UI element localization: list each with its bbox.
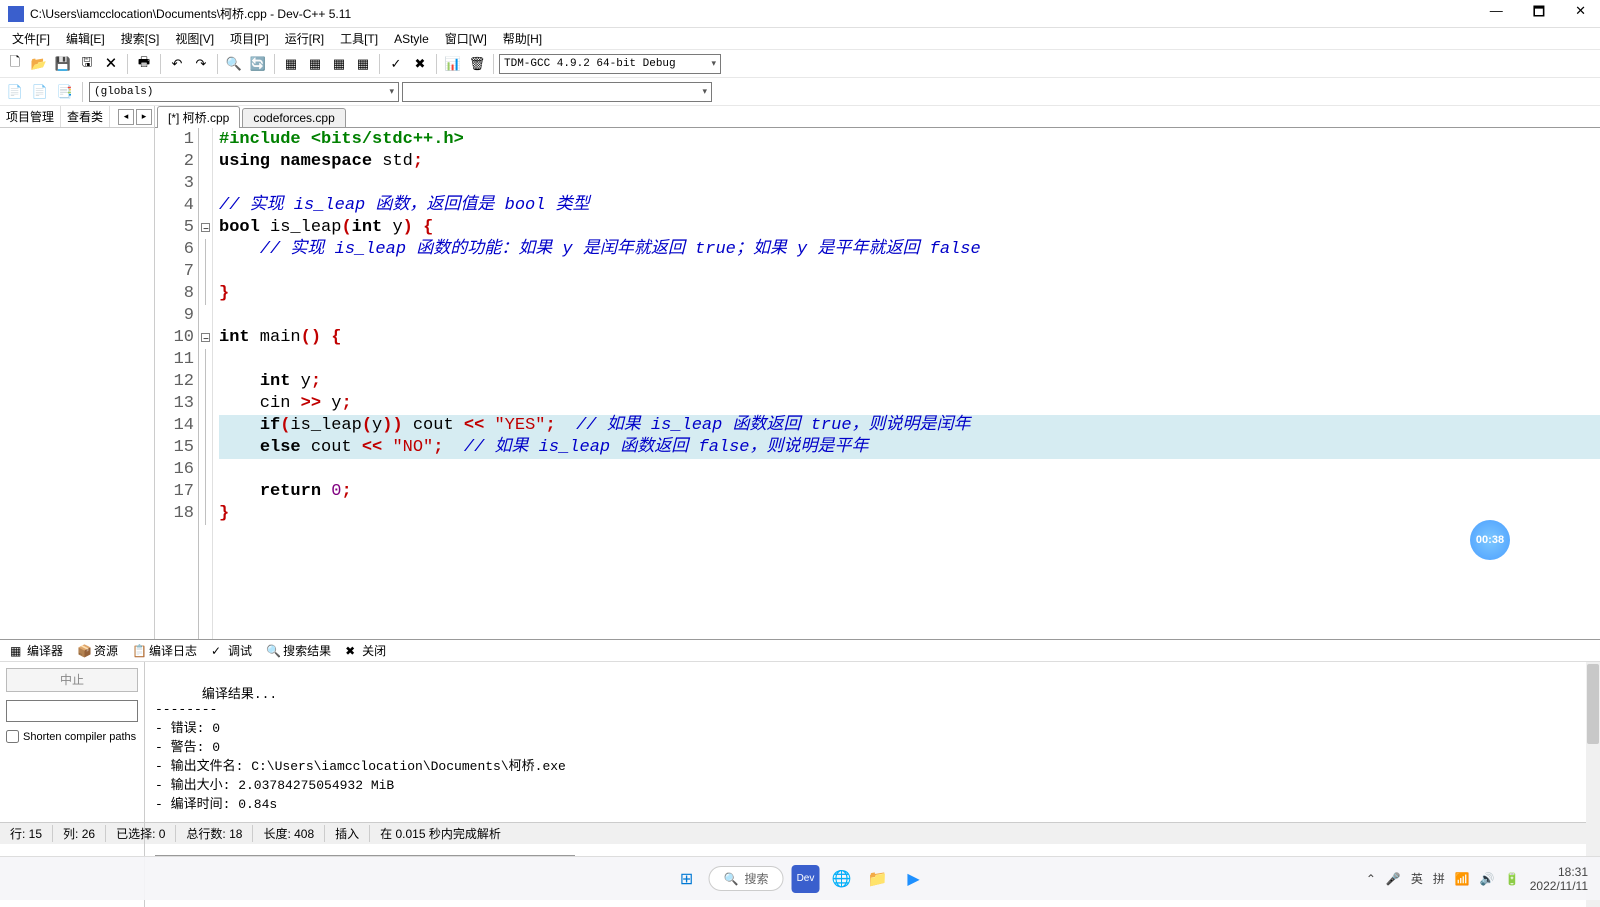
compiler-select[interactable]: TDM-GCC 4.9.2 64-bit Debug [499, 54, 721, 74]
sidebar-tab-classes[interactable]: 查看类 [61, 106, 110, 127]
bottom-tab-2[interactable]: 📋编译日志 [126, 640, 203, 661]
taskbar: ⊞ 🔍 搜索 Dev 🌐 📁 ▶ ⌃ 🎤 英 拼 📶 🔊 🔋 18:31 202… [0, 856, 1600, 900]
toolbar-main: 🗋 📂 💾 🖫 🗙 🖶 ↶ ↷ 🔍 🔄 ▦ ▦ ▦ ▦ ✓ ✖ 📊 🗑 TDM-… [0, 50, 1600, 78]
app-icon [8, 6, 24, 22]
bottom-tabs: ▦编译器📦资源📋编译日志✓调试🔍搜索结果✖关闭 [0, 640, 1600, 662]
bottom-panel: ▦编译器📦资源📋编译日志✓调试🔍搜索结果✖关闭 中止 Shorten compi… [0, 639, 1600, 822]
tray-clock[interactable]: 18:31 2022/11/11 [1530, 865, 1588, 893]
save-icon[interactable]: 💾 [52, 53, 74, 75]
fold-column [199, 128, 213, 639]
minimize-button[interactable]: — [1484, 1, 1509, 27]
code-lines[interactable]: #include <bits/stdc++.h>using namespace … [213, 128, 1600, 639]
tray-wifi-icon[interactable]: 📶 [1455, 872, 1470, 886]
menu-视图[V][interactable]: 视图[V] [167, 28, 222, 49]
save-all-icon[interactable]: 🖫 [76, 53, 98, 75]
taskbar-explorer-icon[interactable]: 📁 [863, 865, 891, 893]
menu-AStyle[interactable]: AStyle [386, 30, 437, 48]
open-icon[interactable]: 📂 [28, 53, 50, 75]
shorten-paths-check[interactable] [6, 730, 19, 743]
close-button[interactable]: ✕ [1569, 1, 1592, 27]
menu-工具[T][interactable]: 工具[T] [332, 28, 386, 49]
menu-搜索[S][interactable]: 搜索[S] [113, 28, 168, 49]
clean-icon[interactable]: 🗑 [466, 53, 488, 75]
maximize-button[interactable]: 🗖 [1527, 1, 1551, 27]
status-col: 列: 26 [53, 825, 106, 842]
tray-battery-icon[interactable]: 🔋 [1505, 872, 1520, 886]
sidebar: 项目管理 查看类 ◂ ▸ [0, 106, 155, 639]
undo-icon[interactable]: ↶ [166, 53, 188, 75]
sidebar-tab-project[interactable]: 项目管理 [0, 106, 61, 127]
menu-窗口[W][interactable]: 窗口[W] [437, 28, 495, 49]
status-row: 行: 15 [0, 825, 53, 842]
redo-icon[interactable]: ↷ [190, 53, 212, 75]
menu-文件[F][interactable]: 文件[F] [4, 28, 58, 49]
taskbar-app-icon[interactable]: ▶ [899, 865, 927, 893]
close-file-icon[interactable]: 🗙 [100, 53, 122, 75]
find-icon[interactable]: 🔍 [223, 53, 245, 75]
stop-icon[interactable]: ✖ [409, 53, 431, 75]
line-gutter: 123456789101112131415161718 [155, 128, 199, 639]
shorten-paths-checkbox[interactable]: Shorten compiler paths [6, 730, 138, 743]
file-tabs: [*] 柯桥.cppcodeforces.cpp [155, 106, 1600, 128]
tray-mic-icon[interactable]: 🎤 [1386, 872, 1401, 886]
file-tab[interactable]: codeforces.cpp [242, 108, 345, 127]
taskbar-search[interactable]: 🔍 搜索 [709, 866, 784, 891]
sidebar-next-icon[interactable]: ▸ [136, 109, 152, 125]
debug-icon[interactable]: ✓ [385, 53, 407, 75]
compile-run-icon[interactable]: ▦ [328, 53, 350, 75]
profile-icon[interactable]: 📊 [442, 53, 464, 75]
window-title: C:\Users\iamcclocation\Documents\柯桥.cpp … [30, 5, 1484, 22]
compile-icon[interactable]: ▦ [280, 53, 302, 75]
taskbar-devcpp-icon[interactable]: Dev [791, 865, 819, 893]
code-editor[interactable]: 123456789101112131415161718 #include <bi… [155, 128, 1600, 639]
goto-icon[interactable]: 📄 [29, 81, 51, 103]
rebuild-icon[interactable]: ▦ [352, 53, 374, 75]
menu-编辑[E][interactable]: 编辑[E] [58, 28, 113, 49]
sidebar-body [0, 128, 154, 639]
symbol-select[interactable] [402, 82, 712, 102]
taskbar-chrome-icon[interactable]: 🌐 [827, 865, 855, 893]
bottom-tab-4[interactable]: 🔍搜索结果 [260, 640, 337, 661]
sidebar-prev-icon[interactable]: ◂ [118, 109, 134, 125]
tray-ime1[interactable]: 英 [1411, 870, 1423, 887]
file-tab[interactable]: [*] 柯桥.cpp [157, 106, 240, 128]
bottom-tab-5[interactable]: ✖关闭 [339, 640, 392, 661]
bookmark-icon[interactable]: 📑 [54, 81, 76, 103]
timer-badge[interactable]: 00:38 [1470, 520, 1510, 560]
toolbar-nav: 📄 📄 📑 (globals) [0, 78, 1600, 106]
search-icon: 🔍 [724, 872, 739, 886]
menubar: 文件[F]编辑[E]搜索[S]视图[V]项目[P]运行[R]工具[T]AStyl… [0, 28, 1600, 50]
bottom-tab-3[interactable]: ✓调试 [205, 640, 258, 661]
start-button[interactable]: ⊞ [673, 865, 701, 893]
bottom-tab-0[interactable]: ▦编译器 [4, 640, 69, 661]
menu-项目[P][interactable]: 项目[P] [222, 28, 277, 49]
tray-volume-icon[interactable]: 🔊 [1480, 872, 1495, 886]
globals-select[interactable]: (globals) [89, 82, 399, 102]
run-icon[interactable]: ▦ [304, 53, 326, 75]
new-class-icon[interactable]: 📄 [4, 81, 26, 103]
print-icon[interactable]: 🖶 [133, 53, 155, 75]
titlebar: C:\Users\iamcclocation\Documents\柯桥.cpp … [0, 0, 1600, 28]
bottom-tab-1[interactable]: 📦资源 [71, 640, 124, 661]
tray-chevron-icon[interactable]: ⌃ [1366, 872, 1376, 886]
tray-ime2[interactable]: 拼 [1433, 870, 1445, 887]
stop-compile-button[interactable]: 中止 [6, 668, 138, 692]
menu-运行[R][interactable]: 运行[R] [277, 28, 332, 49]
path-input[interactable] [6, 700, 138, 722]
menu-帮助[H][interactable]: 帮助[H] [495, 28, 550, 49]
new-file-icon[interactable]: 🗋 [4, 53, 26, 75]
replace-icon[interactable]: 🔄 [247, 53, 269, 75]
